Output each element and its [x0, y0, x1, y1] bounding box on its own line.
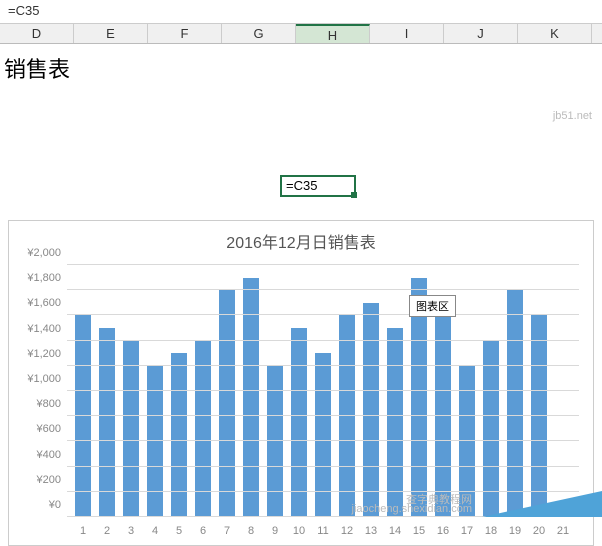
y-axis-label: ¥1,600: [13, 297, 61, 309]
col-header-D[interactable]: D: [0, 24, 74, 43]
bar[interactable]: [339, 315, 355, 517]
bar-slot: 14: [383, 265, 407, 517]
formula-bar[interactable]: =C35: [0, 0, 602, 24]
bar[interactable]: [291, 328, 307, 517]
x-axis-label: 1: [80, 525, 86, 537]
col-header-I[interactable]: I: [370, 24, 444, 43]
active-cell-value: =C35: [286, 178, 317, 193]
bar[interactable]: [507, 290, 523, 517]
active-cell[interactable]: =C35: [280, 175, 356, 197]
bar-slot: 4: [143, 265, 167, 517]
grid-line: [67, 264, 579, 265]
x-axis-label: 10: [293, 525, 305, 537]
x-axis-label: 7: [224, 525, 230, 537]
y-axis-label: ¥400: [13, 449, 61, 461]
bar[interactable]: [219, 290, 235, 517]
bar[interactable]: [99, 328, 115, 517]
bar-slot: 20: [527, 265, 551, 517]
bar[interactable]: [531, 315, 547, 517]
bar-slot: 2: [95, 265, 119, 517]
y-axis-label: ¥1,800: [13, 272, 61, 284]
bar[interactable]: [363, 303, 379, 517]
y-axis-label: ¥2,000: [13, 247, 61, 259]
bar-slot: 1: [71, 265, 95, 517]
grid-line: [67, 289, 579, 290]
watermark-jb51: jb51.net: [553, 110, 592, 122]
y-axis-label: ¥600: [13, 423, 61, 435]
col-header-F[interactable]: F: [148, 24, 222, 43]
bar[interactable]: [75, 315, 91, 517]
bar-slot: 11: [311, 265, 335, 517]
x-axis-label: 12: [341, 525, 353, 537]
bar-slot: 5: [167, 265, 191, 517]
y-axis-label: ¥1,200: [13, 348, 61, 360]
grid-line: [67, 440, 579, 441]
x-axis-label: 16: [437, 525, 449, 537]
bar[interactable]: [267, 366, 283, 517]
grid-line: [67, 415, 579, 416]
bar-slot: 19: [503, 265, 527, 517]
x-axis-label: 18: [485, 525, 497, 537]
col-header-E[interactable]: E: [74, 24, 148, 43]
x-axis-label: 14: [389, 525, 401, 537]
grid-line: [67, 340, 579, 341]
chart-plot: 123456789101112131415161718192021 ¥0¥200…: [67, 265, 579, 517]
x-axis-label: 15: [413, 525, 425, 537]
y-axis-label: ¥1,400: [13, 323, 61, 335]
column-headers: DEFGHIJK: [0, 24, 602, 44]
x-axis-label: 19: [509, 525, 521, 537]
grid-line: [67, 466, 579, 467]
bar[interactable]: [147, 366, 163, 517]
x-axis-label: 8: [248, 525, 254, 537]
col-header-K[interactable]: K: [518, 24, 592, 43]
bar-slot: 6: [191, 265, 215, 517]
x-axis-label: 17: [461, 525, 473, 537]
bar-slot: 12: [335, 265, 359, 517]
bar-slot: 8: [239, 265, 263, 517]
col-header-G[interactable]: G: [222, 24, 296, 43]
bar[interactable]: [435, 315, 451, 517]
chart-tooltip: 图表区: [409, 295, 456, 317]
y-axis-label: ¥0: [13, 499, 61, 511]
corner-decoration: [482, 491, 602, 517]
x-axis-label: 20: [533, 525, 545, 537]
x-axis-label: 6: [200, 525, 206, 537]
bar[interactable]: [315, 353, 331, 517]
grid-line: [67, 314, 579, 315]
x-axis-label: 5: [176, 525, 182, 537]
grid-line: [67, 365, 579, 366]
grid-line: [67, 390, 579, 391]
formula-bar-value: =C35: [8, 3, 39, 18]
sheet-title-text: 销售表: [4, 52, 70, 84]
bar-slot: 9: [263, 265, 287, 517]
chart-bars: 123456789101112131415161718192021: [67, 265, 579, 517]
bar-slot: 13: [359, 265, 383, 517]
bar-slot: 3: [119, 265, 143, 517]
bar-slot: 10: [287, 265, 311, 517]
bar-slot: 21: [551, 265, 575, 517]
col-header-J[interactable]: J: [444, 24, 518, 43]
x-axis-label: 11: [317, 525, 328, 537]
col-header-H[interactable]: H: [296, 24, 370, 43]
chart-tooltip-label: 图表区: [416, 301, 449, 313]
chart-title: 2016年12月日销售表: [9, 229, 593, 253]
x-axis-label: 21: [557, 525, 569, 537]
x-axis-label: 13: [365, 525, 377, 537]
bar[interactable]: [387, 328, 403, 517]
y-axis-label: ¥1,000: [13, 373, 61, 385]
x-axis-label: 9: [272, 525, 278, 537]
bar[interactable]: [171, 353, 187, 517]
bar-slot: 7: [215, 265, 239, 517]
bar-slot: 17: [455, 265, 479, 517]
watermark-cn2: jiaocheng.shexidian.com: [352, 503, 472, 515]
y-axis-label: ¥200: [13, 474, 61, 486]
x-axis-label: 3: [128, 525, 134, 537]
bar-slot: 18: [479, 265, 503, 517]
x-axis-label: 4: [152, 525, 158, 537]
y-axis-label: ¥800: [13, 398, 61, 410]
x-axis-label: 2: [104, 525, 110, 537]
